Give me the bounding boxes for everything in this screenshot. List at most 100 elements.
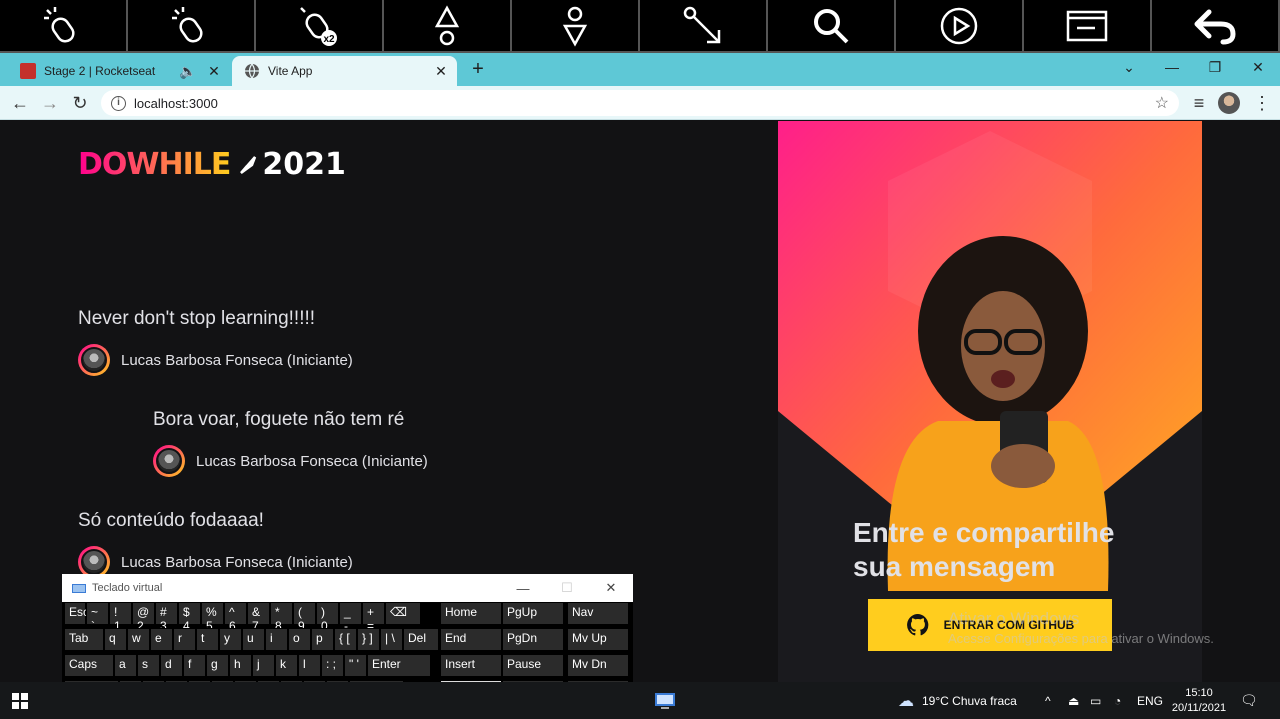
key-0-12[interactable]: _ - [339, 602, 362, 633]
clock[interactable]: 15:10 20/11/2021 [1168, 682, 1230, 719]
key-2-6[interactable]: h [229, 654, 252, 677]
key-0-5[interactable]: $ 4 [178, 602, 201, 633]
drag-button[interactable] [640, 0, 768, 53]
nav-key-0-0[interactable]: Home [440, 602, 502, 625]
key-2-0[interactable]: Caps [64, 654, 114, 677]
minimize-button[interactable]: — [1150, 53, 1194, 81]
key-1-8[interactable]: i [265, 628, 288, 651]
virtual-keyboard-title: Teclado virtual [92, 582, 163, 594]
play-button[interactable] [896, 0, 1024, 53]
keyboard-button[interactable] [1024, 0, 1152, 53]
key-0-11[interactable]: ) 0 [316, 602, 339, 633]
nav-key-2-0[interactable]: Insert [440, 654, 502, 677]
battery-icon[interactable]: ▭ [1090, 682, 1106, 719]
key-0-14[interactable]: ⌫ [385, 602, 421, 625]
nav-key-2-2[interactable]: Mv Dn [567, 654, 629, 677]
key-0-8[interactable]: & 7 [247, 602, 270, 633]
key-2-4[interactable]: f [183, 654, 206, 677]
key-0-2[interactable]: ! 1 [109, 602, 132, 633]
key-0-10[interactable]: ( 9 [293, 602, 316, 633]
close-tab-icon[interactable]: ✕ [204, 63, 224, 80]
windows-start-icon[interactable] [12, 682, 34, 719]
remote-desktop-taskbar-icon[interactable] [654, 682, 678, 719]
rocket-icon [240, 155, 257, 174]
close-window-button[interactable]: ✕ [1236, 53, 1280, 81]
key-1-2[interactable]: w [127, 628, 150, 651]
key-0-1[interactable]: ~ ` [86, 602, 109, 633]
double-click-button[interactable]: x2 [256, 0, 384, 53]
restore-button[interactable]: ❐ [1193, 53, 1237, 81]
close-tab-icon[interactable]: ✕ [431, 63, 451, 80]
left-click-button[interactable] [0, 0, 128, 53]
key-1-9[interactable]: o [288, 628, 311, 651]
show-hidden-icons-icon[interactable]: ^ [1045, 682, 1059, 719]
scroll-down-button[interactable] [512, 0, 640, 53]
tab-search-icon[interactable]: ⌄ [1107, 53, 1151, 81]
reload-icon[interactable]: ↻ [68, 91, 92, 115]
key-1-5[interactable]: t [196, 628, 219, 651]
back-arrow-icon[interactable]: ← [8, 91, 32, 115]
nav-key-1-0[interactable]: End [440, 628, 502, 651]
key-1-4[interactable]: r [173, 628, 196, 651]
key-1-0[interactable]: Tab [64, 628, 104, 651]
key-2-9[interactable]: l [298, 654, 321, 677]
key-2-1[interactable]: a [114, 654, 137, 677]
key-2-2[interactable]: s [137, 654, 160, 677]
mouse-left-click-icon [44, 6, 75, 43]
tab-vite-app[interactable]: Vite App ✕ [232, 56, 457, 86]
key-0-9[interactable]: * 8 [270, 602, 293, 633]
key-1-11[interactable]: { [ [334, 628, 357, 651]
zoom-button[interactable] [768, 0, 896, 53]
nav-key-0-2[interactable]: Nav [567, 602, 629, 625]
new-tab-button[interactable]: + [466, 56, 490, 82]
key-1-1[interactable]: q [104, 628, 127, 651]
profile-avatar[interactable] [1218, 92, 1240, 114]
accessibility-toolbar: x2 [0, 0, 1280, 53]
key-2-5[interactable]: g [206, 654, 229, 677]
minimize-button[interactable]: — [501, 581, 545, 596]
key-1-12[interactable]: } ] [357, 628, 380, 651]
weather-text: 19°C Chuva fraca [922, 693, 1017, 708]
key-1-7[interactable]: u [242, 628, 265, 651]
forward-arrow-icon[interactable]: → [38, 91, 62, 115]
nav-key-1-1[interactable]: PgDn [502, 628, 564, 651]
reading-list-icon[interactable]: ≡ [1187, 91, 1211, 115]
key-2-11[interactable]: " ' [344, 654, 367, 677]
site-info-icon[interactable]: i [111, 95, 126, 111]
key-1-10[interactable]: p [311, 628, 334, 651]
key-2-8[interactable]: k [275, 654, 298, 677]
speaker-icon[interactable]: 🔈 [178, 63, 198, 80]
tab-rocketseat[interactable]: Stage 2 | Rocketseat 🔈 ✕ [8, 56, 230, 86]
key-1-6[interactable]: y [219, 628, 242, 651]
nav-key-0-1[interactable]: PgUp [502, 602, 564, 625]
key-2-3[interactable]: d [160, 654, 183, 677]
tab-title: Vite App [268, 64, 313, 78]
weather-widget[interactable]: ☁ 19°C Chuva fraca [898, 682, 1017, 719]
maximize-button[interactable]: ☐ [545, 580, 589, 596]
key-2-7[interactable]: j [252, 654, 275, 677]
wifi-icon[interactable]: ◔ [1114, 682, 1130, 719]
key-0-3[interactable]: @ 2 [132, 602, 155, 633]
nav-key-1-2[interactable]: Mv Up [567, 628, 629, 651]
back-button[interactable] [1152, 0, 1280, 53]
nav-key-2-1[interactable]: Pause [502, 654, 564, 677]
key-1-14[interactable]: Del [403, 628, 439, 651]
key-0-6[interactable]: % 5 [201, 602, 224, 633]
scroll-up-button[interactable] [384, 0, 512, 53]
key-0-13[interactable]: + = [362, 602, 385, 633]
key-2-12[interactable]: Enter [367, 654, 431, 677]
language-indicator[interactable]: ENG [1137, 682, 1163, 719]
key-2-10[interactable]: : ; [321, 654, 344, 677]
notification-icon[interactable]: 🗨 [1240, 682, 1260, 719]
menu-dots-icon[interactable]: ⋮ [1250, 91, 1274, 115]
omnibox[interactable]: i localhost:3000 ☆ [101, 90, 1179, 116]
key-1-13[interactable]: | \ [380, 628, 403, 651]
right-click-button[interactable] [128, 0, 256, 53]
key-0-7[interactable]: ^ 6 [224, 602, 247, 633]
key-0-0[interactable]: Esc [64, 602, 89, 625]
key-0-4[interactable]: # 3 [155, 602, 178, 633]
bookmark-star-icon[interactable]: ☆ [1155, 93, 1169, 113]
usb-icon[interactable]: ⏏ [1068, 682, 1082, 719]
close-button[interactable]: ✕ [589, 580, 633, 596]
key-1-3[interactable]: e [150, 628, 173, 651]
